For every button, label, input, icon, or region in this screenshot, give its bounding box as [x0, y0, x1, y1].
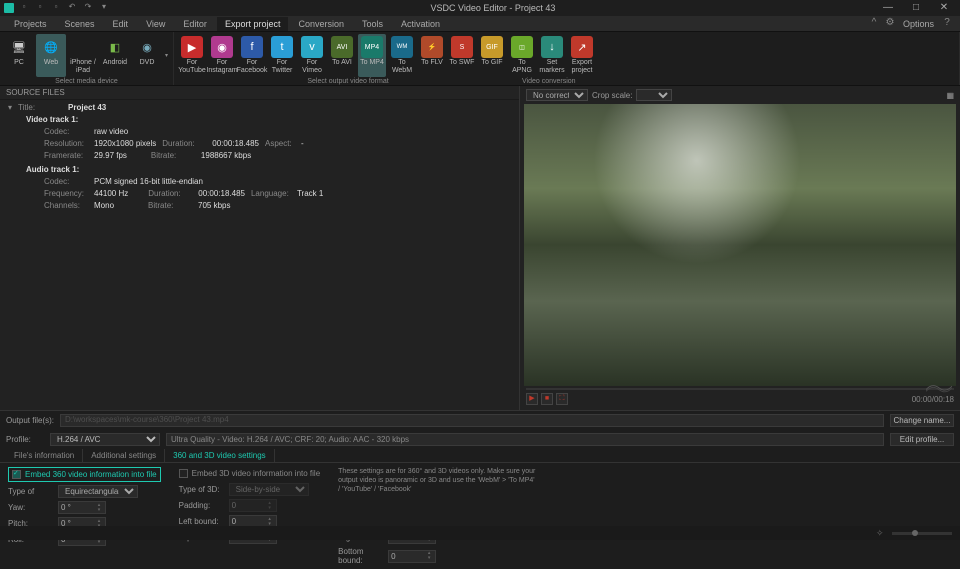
crop-label: Crop scale:: [592, 91, 632, 100]
qat-undo-icon[interactable]: ↶: [66, 2, 78, 14]
preview-panel: No correction Crop scale: ▦ ▶ ■ ⛶ 00:00/…: [520, 86, 960, 410]
format-youtube-button[interactable]: ▶For YouTube: [178, 34, 206, 77]
menu-export[interactable]: Export project: [217, 17, 289, 31]
tab-file-info[interactable]: File's information: [6, 449, 83, 462]
source-files-header: SOURCE FILES: [0, 86, 519, 100]
menubar: Projects Scenes Edit View Editor Export …: [0, 16, 960, 32]
minimize-button[interactable]: —: [876, 1, 900, 15]
profile-description: Ultra Quality - Video: H.264 / AVC; CRF:…: [166, 433, 884, 446]
format-mp4-button[interactable]: MP4To MP4: [358, 34, 386, 77]
preview-grid-icon[interactable]: ▦: [946, 91, 954, 100]
output-file-input[interactable]: D:\workspaces\mk-course\360\Project 43.m…: [60, 414, 884, 427]
qat-new-icon[interactable]: ▫: [18, 2, 30, 14]
type-of-select[interactable]: Equirectangular: [58, 485, 138, 498]
format-swf-button[interactable]: STo SWF: [448, 34, 476, 77]
profile-label: Profile:: [6, 435, 44, 444]
device-iphone-button[interactable]: iPhone / iPad: [68, 34, 98, 77]
menu-activation[interactable]: Activation: [393, 17, 448, 31]
statusbar: ✧: [0, 526, 960, 540]
embed-3d-label: Embed 3D video information into file: [192, 469, 321, 478]
options-label[interactable]: Options: [899, 17, 938, 31]
audio-track-header: Audio track 1:: [26, 164, 511, 176]
app-icon: [4, 3, 14, 13]
collapse-ribbon-icon[interactable]: ^: [867, 17, 881, 31]
stop-button[interactable]: ■: [541, 393, 553, 405]
wave-decoration-icon: [926, 380, 952, 394]
qat-redo-icon[interactable]: ↷: [82, 2, 94, 14]
change-name-button[interactable]: Change name...: [890, 414, 954, 427]
zoom-slider[interactable]: [892, 532, 952, 535]
bottom-bound-input[interactable]: 0▴▾: [388, 550, 436, 563]
window-title: VSDC Video Editor - Project 43: [110, 3, 876, 13]
tab-360-3d[interactable]: 360 and 3D video settings: [165, 449, 275, 462]
format-group-caption: Select output video format: [178, 77, 518, 86]
conv-group-caption: Video conversion: [518, 77, 955, 86]
video-track-header: Video track 1:: [26, 114, 511, 126]
format-instagram-button[interactable]: ◉For Instagram: [208, 34, 236, 77]
menu-edit[interactable]: Edit: [105, 17, 137, 31]
qat-open-icon[interactable]: ▫: [34, 2, 46, 14]
output-file-label: Output file(s):: [6, 416, 54, 425]
format-webm-button[interactable]: WMTo WebM: [388, 34, 416, 77]
preview-viewport[interactable]: [524, 104, 956, 386]
menu-projects[interactable]: Projects: [6, 17, 55, 31]
format-gif-button[interactable]: GIFTo GIF: [478, 34, 506, 77]
format-flv-button[interactable]: ⚡To FLV: [418, 34, 446, 77]
qat-save-icon[interactable]: ▫: [50, 2, 62, 14]
embed-360-checkbox[interactable]: [12, 470, 21, 479]
titlebar: ▫ ▫ ▫ ↶ ↷ ▾ VSDC Video Editor - Project …: [0, 0, 960, 16]
format-vimeo-button[interactable]: vFor Vimeo: [298, 34, 326, 77]
menu-conversion[interactable]: Conversion: [290, 17, 352, 31]
device-web-button[interactable]: 🌐Web: [36, 34, 66, 77]
options-gear-icon[interactable]: ⚙: [883, 17, 897, 31]
format-apng-button[interactable]: ◫To APNG: [508, 34, 536, 77]
source-files-panel: SOURCE FILES ▾Title:Project 43 Video tra…: [0, 86, 520, 410]
device-android-button[interactable]: ◧Android: [100, 34, 130, 77]
menu-view[interactable]: View: [138, 17, 173, 31]
play-button[interactable]: ▶: [526, 393, 538, 405]
menu-tools[interactable]: Tools: [354, 17, 391, 31]
format-twitter-button[interactable]: tFor Twitter: [268, 34, 296, 77]
device-dvd-button[interactable]: ◉DVD: [132, 34, 162, 77]
set-markers-button[interactable]: ↓Set markers: [538, 34, 566, 77]
export-project-button[interactable]: ↗Export project: [568, 34, 596, 77]
menu-scenes[interactable]: Scenes: [57, 17, 103, 31]
media-group-caption: Select media device: [4, 77, 169, 86]
correction-select[interactable]: No correction: [526, 89, 588, 101]
media-dropdown-icon[interactable]: ▾: [165, 52, 169, 59]
zoom-fit-icon[interactable]: ✧: [876, 528, 886, 538]
ribbon: 🖥PC 🌐Web iPhone / iPad ◧Android ◉DVD ▾ S…: [0, 32, 960, 86]
type-3d-select[interactable]: Side-by-side: [229, 483, 309, 496]
preview-time: 00:00/00:18: [912, 395, 954, 404]
maximize-button[interactable]: □: [904, 1, 928, 15]
close-button[interactable]: ✕: [932, 1, 956, 15]
embed-3d-checkbox[interactable]: [179, 469, 188, 478]
tab-additional[interactable]: Additional settings: [83, 449, 165, 462]
device-pc-button[interactable]: 🖥PC: [4, 34, 34, 77]
fullscreen-button[interactable]: ⛶: [556, 393, 568, 405]
qat-dropdown-icon[interactable]: ▾: [98, 2, 110, 14]
profile-select[interactable]: H.264 / AVC: [50, 433, 160, 446]
embed-360-highlight: Embed 360 video information into file: [8, 467, 161, 482]
padding-input[interactable]: 0▴▾: [229, 499, 277, 512]
yaw-input[interactable]: 0 °▴▾: [58, 501, 106, 514]
crop-scale-select[interactable]: [636, 89, 672, 101]
settings-description: These settings are for 360° and 3D video…: [338, 467, 538, 494]
preview-image: [524, 104, 956, 386]
format-avi-button[interactable]: AVITo AVI: [328, 34, 356, 77]
menu-editor[interactable]: Editor: [175, 17, 215, 31]
format-facebook-button[interactable]: fFor Facebook: [238, 34, 266, 77]
edit-profile-button[interactable]: Edit profile...: [890, 433, 954, 446]
help-icon[interactable]: ?: [940, 17, 954, 31]
embed-360-label: Embed 360 video information into file: [25, 470, 157, 479]
